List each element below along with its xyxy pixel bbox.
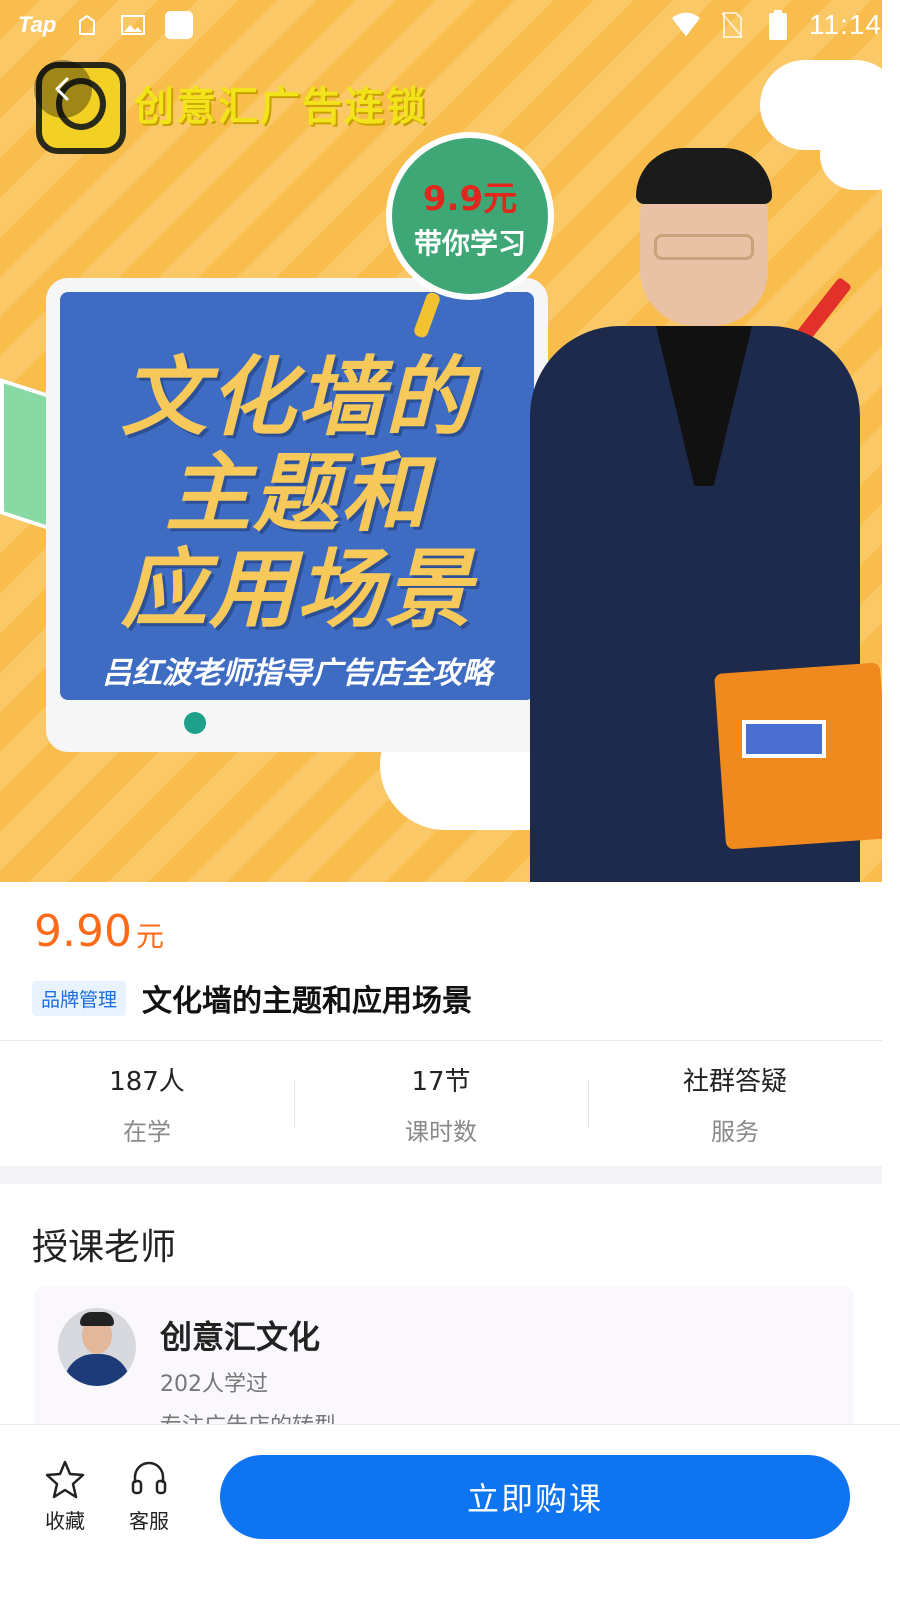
stat-value: 17节 (411, 1067, 471, 1097)
stat-lessons: 17节 课时数 (294, 1042, 588, 1166)
stat-service: 社群答疑 服务 (588, 1042, 882, 1166)
favorite-button[interactable]: 收藏 (30, 1459, 100, 1534)
category-tag: 品牌管理 (32, 980, 127, 1016)
stat-learners: 187人 在学 (0, 1042, 294, 1166)
price-badge-text: 带你学习 (413, 226, 526, 260)
bottom-action-bar: 收藏 客服 立即购课 (0, 1424, 900, 1600)
brand-name: 创意汇广告连锁 (134, 84, 428, 130)
teacher-learners: 202人学过 (160, 1372, 268, 1397)
square-icon (164, 10, 194, 40)
back-button[interactable] (34, 60, 92, 118)
favorite-label: 收藏 (45, 1509, 85, 1533)
poster-title: 文化墙的 主题和 应用场景 (121, 348, 473, 640)
course-stats: 187人 在学 17节 课时数 社群答疑 服务 (0, 1042, 882, 1166)
price-unit: 元 (135, 920, 164, 953)
chevron-left-icon (55, 77, 69, 101)
service-label: 客服 (129, 1509, 169, 1533)
divider (0, 1040, 882, 1041)
avatar (58, 1308, 136, 1386)
clipboard-icon (72, 10, 102, 40)
image-icon (118, 10, 148, 40)
price-value: 9.90 (34, 906, 132, 957)
stat-label: 服务 (711, 1118, 759, 1146)
stat-label: 课时数 (405, 1118, 477, 1146)
teacher-name: 创意汇文化 (160, 1318, 321, 1356)
teacher-section-title: 授课老师 (32, 1227, 177, 1268)
headset-icon (131, 1461, 167, 1495)
course-title: 文化墙的主题和应用场景 (142, 984, 473, 1019)
teacher-card[interactable]: 创意汇文化 202人学过 专注广告店的转型 (34, 1286, 854, 1446)
course-price: 9.90 元 (34, 906, 164, 957)
poster-subtitle: 吕红波老师指导广告店全攻略 (102, 656, 492, 691)
course-banner-image: 创意汇广告连锁 文化墙的 主题和 应用场景 吕红波老师指导广告店全攻略 9.9元… (0, 0, 882, 882)
battery-icon (763, 10, 793, 40)
star-icon (45, 1460, 85, 1499)
price-badge-amount: 9.9元 (422, 178, 518, 219)
status-bar: Tap 11:14 (0, 0, 900, 50)
stat-value: 社群答疑 (682, 1067, 787, 1097)
taptap-icon: Tap (18, 12, 57, 37)
course-title-row: 品牌管理 文化墙的主题和应用场景 (32, 976, 472, 1020)
stat-value: 187人 (109, 1067, 185, 1097)
monitor-button (184, 712, 206, 734)
no-sim-icon (717, 10, 747, 40)
buy-now-button[interactable]: 立即购课 (220, 1455, 850, 1539)
customer-service-button[interactable]: 客服 (114, 1459, 184, 1534)
course-detail-page: 创意汇广告连锁 文化墙的 主题和 应用场景 吕红波老师指导广告店全攻略 9.9元… (0, 0, 900, 1600)
book-label (742, 720, 826, 758)
section-separator (0, 1166, 882, 1184)
status-time: 11:14 (809, 9, 882, 40)
wifi-icon (671, 10, 701, 40)
stat-label: 在学 (123, 1118, 171, 1146)
